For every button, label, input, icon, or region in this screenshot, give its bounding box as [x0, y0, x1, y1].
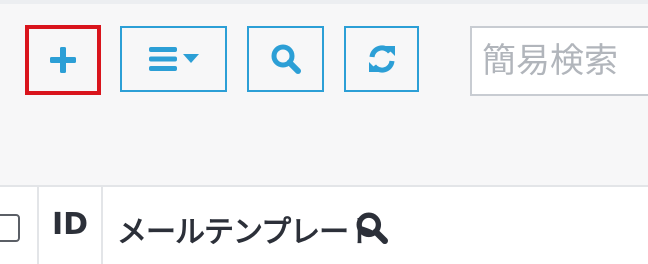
- column-divider: [101, 187, 103, 264]
- column-header-mail-template[interactable]: メールテンプレート: [117, 207, 378, 251]
- caret-down-icon: [182, 54, 199, 64]
- refresh-icon: [367, 44, 397, 74]
- columns-menu-button[interactable]: [120, 26, 227, 92]
- column-header-id[interactable]: ID: [52, 207, 88, 242]
- column-divider: [37, 187, 39, 264]
- select-all-checkbox[interactable]: [0, 214, 20, 242]
- top-divider: [0, 0, 648, 4]
- column-search-icon[interactable]: [356, 212, 388, 248]
- plus-icon: [50, 47, 76, 73]
- add-button[interactable]: [25, 25, 101, 95]
- table-header-row: ID メールテンプレート: [0, 185, 648, 264]
- list-icon: [148, 47, 177, 71]
- search-button[interactable]: [247, 26, 324, 92]
- page: ID メールテンプレート: [0, 0, 648, 264]
- search-icon: [271, 44, 301, 74]
- quick-search-input[interactable]: [470, 26, 648, 96]
- refresh-button[interactable]: [344, 26, 419, 92]
